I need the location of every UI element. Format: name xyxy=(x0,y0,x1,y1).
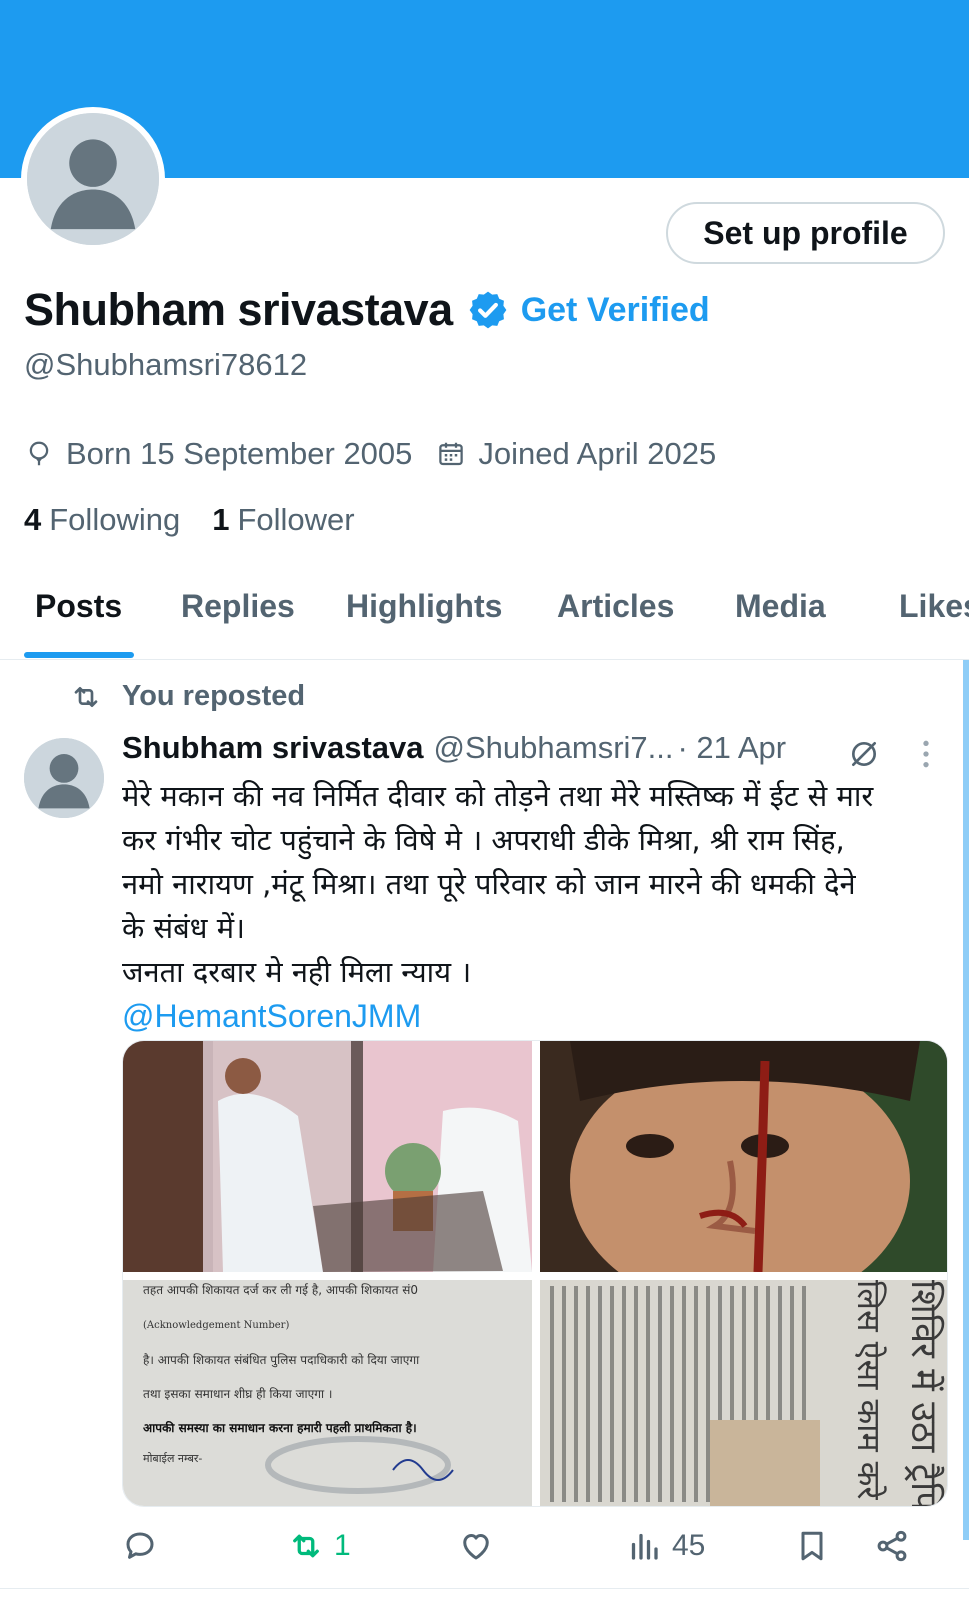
birth-date: Born 15 September 2005 xyxy=(66,436,413,471)
verified-badge-icon[interactable] xyxy=(467,289,509,331)
get-verified-link[interactable]: Get Verified xyxy=(521,291,710,330)
repost-icon xyxy=(74,686,98,707)
joined-date: Joined April 2025 xyxy=(478,436,717,471)
scroll-indicator[interactable] xyxy=(963,660,969,1540)
receipt-line: मोबाईल नम्बर- xyxy=(143,1452,202,1465)
share-button[interactable] xyxy=(874,1528,910,1564)
followers-count: 1 xyxy=(212,502,230,537)
post-author-name[interactable]: Shubham srivastava xyxy=(122,730,424,766)
profile-meta: Born 15 September 2005 Joined April 2025 xyxy=(24,436,716,472)
photo-house-wall-icon xyxy=(123,1041,532,1272)
profile-handle: @Shubhamsri78612 xyxy=(24,347,308,382)
profile-tabs: Posts Replies Highlights Articles Media … xyxy=(0,570,969,660)
post-author-handle[interactable]: @Shubhamsri7... xyxy=(434,730,674,766)
repost-button[interactable]: 1 xyxy=(288,1528,351,1564)
newspaper-headline: शिविर में उठा ट्रैफिक xyxy=(903,1280,945,1507)
post-header: Shubham srivastava @Shubhamsri7... · 21 … xyxy=(122,730,786,766)
views-button[interactable]: 45 xyxy=(626,1528,705,1564)
media-photo-3[interactable]: तहत आपकी शिकायत दर्ज कर ली गई है, आपकी श… xyxy=(123,1280,532,1506)
repost-label: You reposted xyxy=(122,680,306,712)
post-author-avatar[interactable] xyxy=(24,738,104,818)
share-icon xyxy=(877,1530,907,1562)
post-body: मेरे मकान की नव निर्मित दीवार को तोड़ने … xyxy=(122,774,952,1038)
repost-icon xyxy=(293,1534,319,1558)
profile-name: Shubham srivastava xyxy=(24,284,453,335)
setup-profile-button[interactable]: Set up profile xyxy=(666,202,945,264)
post-mention-link[interactable]: @HemantSorenJMM xyxy=(122,994,952,1038)
tab-articles[interactable]: Articles xyxy=(557,588,674,625)
calendar-icon xyxy=(439,442,464,466)
grok-icon[interactable] xyxy=(848,738,880,770)
analytics-icon xyxy=(631,1533,658,1560)
post-text-line: कर गंभीर चोट पहुंचाने के विषे मे । अपराध… xyxy=(122,823,845,857)
repost-count: 1 xyxy=(334,1529,351,1562)
balloon-icon xyxy=(29,441,49,466)
post-text-line: के संबंध में। xyxy=(122,911,246,945)
post-text-line: नमो नारायण ,मंटू मिश्रा। तथा पूरे परिवार… xyxy=(122,867,856,901)
more-options-icon[interactable] xyxy=(920,738,932,770)
followers-label: Follower xyxy=(237,502,355,537)
profile-avatar[interactable] xyxy=(27,113,159,245)
receipt-line: तहत आपकी शिकायत दर्ज कर ली गई है, आपकी श… xyxy=(143,1283,418,1297)
follow-stats: 4 Following 1 Follower xyxy=(24,502,355,538)
profile-name-row: Shubham srivastava Get Verified xyxy=(24,283,710,337)
views-count: 45 xyxy=(672,1529,706,1562)
reply-button[interactable] xyxy=(122,1528,168,1564)
heart-icon xyxy=(463,1534,489,1560)
receipt-line: है। आपकी शिकायत संबंधित पुलिस पदाधिकारी … xyxy=(143,1353,420,1368)
tab-highlights[interactable]: Highlights xyxy=(346,588,502,625)
post-date[interactable]: · 21 Apr xyxy=(678,730,787,766)
photo-injured-face-icon xyxy=(540,1041,947,1272)
post-text-line: जनता दरबार मे नही मिला न्याय । xyxy=(122,955,472,989)
photo-complaint-receipt-icon: तहत आपकी शिकायत दर्ज कर ली गई है, आपकी श… xyxy=(123,1280,532,1506)
media-photo-1[interactable] xyxy=(123,1041,532,1272)
post-actions: 1 45 xyxy=(0,1528,969,1578)
default-avatar-icon xyxy=(24,738,104,818)
media-photo-2[interactable] xyxy=(540,1041,947,1272)
photo-newspaper-clip-icon: शिविर में उठा ट्रैफिक लिस ऐसा काम करे xyxy=(540,1280,947,1507)
like-button[interactable] xyxy=(458,1528,504,1564)
newspaper-subhead: लिस ऐसा काम करे xyxy=(850,1280,888,1500)
tab-posts[interactable]: Posts xyxy=(35,588,122,625)
divider xyxy=(0,1588,969,1589)
bookmark-icon xyxy=(801,1531,823,1561)
joined-group: Joined April 2025 xyxy=(436,436,716,472)
receipt-line: आपकी समस्या का समाधान करना हमारी पहली प्… xyxy=(143,1421,417,1435)
reply-icon xyxy=(126,1532,154,1559)
repost-indicator: You reposted xyxy=(70,680,305,713)
followers-link[interactable]: 1 Follower xyxy=(212,502,354,538)
profile-avatar-frame xyxy=(21,107,165,251)
media-photo-4[interactable]: शिविर में उठा ट्रैफिक लिस ऐसा काम करे xyxy=(540,1280,947,1507)
post-text-line: मेरे मकान की नव निर्मित दीवार को तोड़ने … xyxy=(122,779,874,813)
receipt-line: तथा इसका समाधान शीघ्र ही किया जाएगा । xyxy=(143,1387,332,1401)
receipt-line: (Acknowledgement Number) xyxy=(143,1320,289,1331)
post-media-grid: तहत आपकी शिकायत दर्ज कर ली गई है, आपकी श… xyxy=(122,1040,948,1507)
bookmark-button[interactable] xyxy=(794,1528,830,1564)
tab-likes[interactable]: Likes xyxy=(899,588,969,625)
following-count: 4 xyxy=(24,502,42,537)
default-avatar-icon xyxy=(27,113,159,245)
active-tab-indicator xyxy=(24,652,134,658)
tab-replies[interactable]: Replies xyxy=(181,588,295,625)
following-label: Following xyxy=(49,502,181,537)
following-link[interactable]: 4 Following xyxy=(24,502,180,538)
tab-media[interactable]: Media xyxy=(735,588,826,625)
